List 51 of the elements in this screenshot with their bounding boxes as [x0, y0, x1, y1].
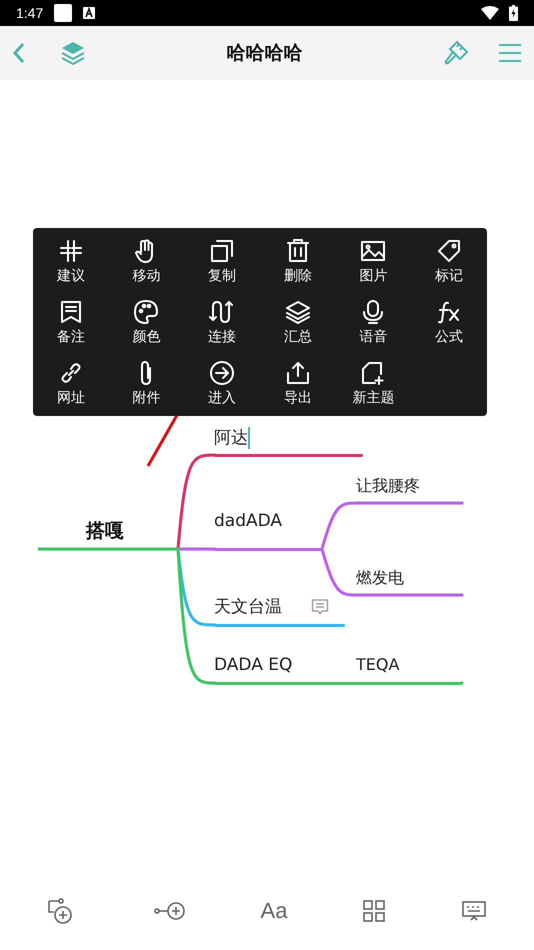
- menu-item[interactable]: 附件: [108, 355, 184, 416]
- menu-item[interactable]: 图片: [336, 233, 412, 294]
- export-icon: [284, 360, 311, 386]
- newtopic-icon: [360, 360, 386, 386]
- menu-item[interactable]: 汇总: [260, 294, 336, 355]
- trash-icon: [284, 238, 311, 264]
- image-icon: [360, 238, 386, 264]
- topic-text[interactable]: DADA EQ: [214, 654, 292, 676]
- menu-item[interactable]: 导出: [260, 355, 336, 416]
- menu-icon[interactable]: [499, 43, 521, 63]
- menu-item[interactable]: 颜色: [108, 294, 184, 355]
- menu-item[interactable]: 删除: [260, 233, 336, 294]
- menu-item[interactable]: 网址: [33, 355, 109, 416]
- grid-icon[interactable]: [362, 899, 386, 923]
- layers-icon: [284, 299, 311, 325]
- status-time: 1:47: [16, 5, 44, 21]
- menu-item[interactable]: 复制: [184, 233, 260, 294]
- menu-item[interactable]: 公式: [411, 294, 487, 355]
- tag-icon: [436, 238, 462, 264]
- topic-text[interactable]: dadADA: [214, 510, 282, 532]
- menu-item[interactable]: 移动: [108, 233, 184, 294]
- notification-icon: [53, 3, 74, 23]
- menu-item[interactable]: 新主题: [336, 355, 412, 416]
- subtopic-text[interactable]: 让我腰疼: [356, 475, 420, 497]
- root-topic[interactable]: 搭嘎: [86, 518, 124, 544]
- menu-item[interactable]: 建议: [33, 233, 109, 294]
- add-sibling-topic-icon[interactable]: [154, 901, 186, 921]
- note-icon[interactable]: [311, 598, 329, 616]
- back-icon[interactable]: [11, 41, 27, 65]
- layers-icon[interactable]: [60, 40, 86, 66]
- palette-icon: [133, 299, 160, 325]
- menu-item[interactable]: 语音: [336, 294, 412, 355]
- subtopic-text[interactable]: TEQA: [356, 654, 400, 676]
- topic-text[interactable]: 天文台温: [214, 596, 282, 618]
- paintbrush-icon[interactable]: [443, 40, 469, 66]
- enter-icon: [209, 360, 236, 386]
- keyboard-icon[interactable]: [460, 900, 487, 922]
- topic-text[interactable]: 阿达: [214, 427, 250, 449]
- menu-item[interactable]: 备注: [33, 294, 109, 355]
- connect-icon: [209, 299, 236, 325]
- keyboard-app-icon: [83, 7, 96, 19]
- menu-item[interactable]: 进入: [184, 355, 260, 416]
- wifi-icon: [481, 6, 499, 20]
- battery-icon: [509, 5, 518, 21]
- menu-item[interactable]: 标记: [411, 233, 487, 294]
- window-title: 哈哈哈哈: [226, 41, 304, 66]
- subtopic-text[interactable]: 燃发电: [356, 567, 404, 589]
- menu-item[interactable]: 连接: [184, 294, 260, 355]
- copy-icon: [209, 238, 236, 264]
- suggest-icon: [58, 238, 84, 264]
- font-button[interactable]: Aa: [260, 898, 288, 924]
